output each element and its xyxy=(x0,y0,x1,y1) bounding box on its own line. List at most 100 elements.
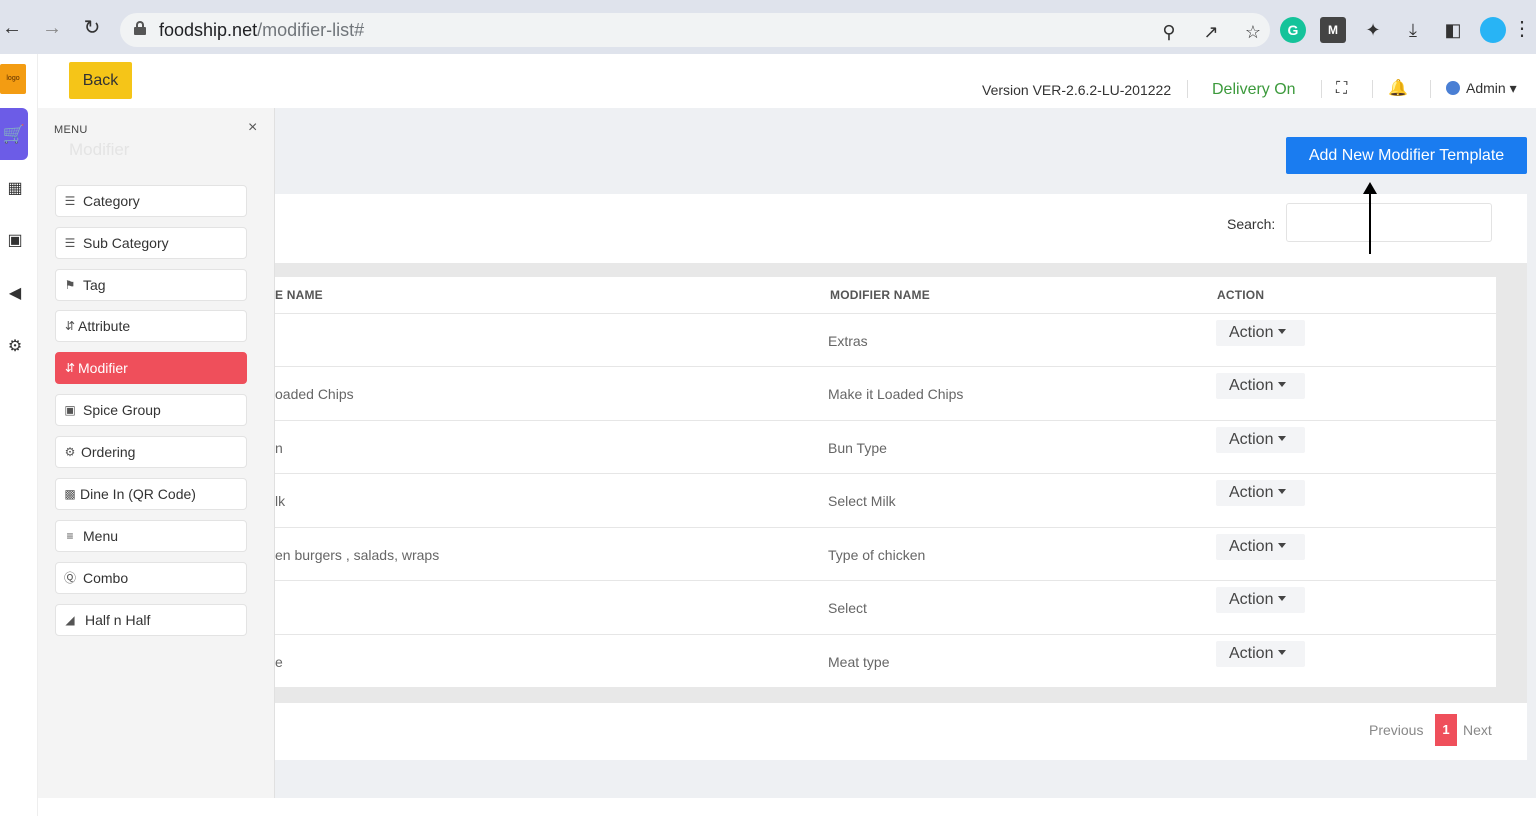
action-dropdown-button[interactable]: Action xyxy=(1216,641,1305,667)
qr-icon: ▩ xyxy=(64,487,76,501)
caret-down-icon xyxy=(1278,543,1287,548)
monitor-icon[interactable]: ▣ xyxy=(4,230,26,252)
menu-item-sub-category[interactable]: ☰ Sub Category xyxy=(55,227,247,259)
divider xyxy=(1430,80,1431,98)
tag-icon: ⚑ xyxy=(64,278,76,292)
divider xyxy=(1321,80,1322,98)
megaphone-icon[interactable]: ◀ xyxy=(4,283,26,305)
sort-icon: ⇵ xyxy=(64,361,76,375)
lock-icon xyxy=(134,21,146,35)
grammarly-icon[interactable]: G xyxy=(1280,17,1306,43)
table-row: Extras Action xyxy=(275,313,1496,366)
half-icon: ◢ xyxy=(65,613,75,627)
caret-down-icon xyxy=(1278,489,1287,494)
table-row: en burgers , salads, wraps Type of chick… xyxy=(275,527,1496,580)
menu-item-attribute[interactable]: ⇵ Attribute xyxy=(55,310,247,342)
menu-item-label: Tag xyxy=(83,277,106,293)
cart-icon[interactable]: 🛒 xyxy=(0,108,28,160)
divider xyxy=(1372,80,1373,98)
table-row: e Meat type Action xyxy=(275,634,1496,687)
column-header-action: ACTION xyxy=(1217,288,1265,302)
browser-toolbar: ← → ↻ foodship.net/modifier-list# ⚲ ↗ ☆ … xyxy=(0,0,1536,54)
add-modifier-template-button[interactable]: Add New Modifier Template xyxy=(1286,137,1527,174)
menu-item-spice-group[interactable]: ▣ Spice Group xyxy=(55,394,247,426)
menu-item-label: Dine In (QR Code) xyxy=(80,486,196,502)
table-row: oaded Chips Make it Loaded Chips Action xyxy=(275,366,1496,419)
gear-icon: ⚙ xyxy=(64,445,76,459)
arrow-right-icon[interactable]: → xyxy=(40,16,64,40)
menu-item-category[interactable]: ☰ Category xyxy=(55,185,247,217)
menu-icon: ≡ xyxy=(66,529,74,543)
template-name-cell: en burgers , salads, wraps xyxy=(275,547,440,563)
admin-menu[interactable]: Admin ▾ xyxy=(1446,80,1517,97)
address-bar[interactable]: foodship.net/modifier-list# xyxy=(120,13,1270,47)
zoom-icon[interactable]: ⚲ xyxy=(1156,19,1182,45)
column-header-template-name[interactable]: E NAME xyxy=(275,288,323,302)
action-label: Action xyxy=(1229,484,1274,501)
modifier-name-cell: Select Milk xyxy=(828,493,896,509)
extension-m-icon[interactable]: M xyxy=(1320,17,1346,43)
menu-item-label: Sub Category xyxy=(83,235,169,251)
brand-logo[interactable]: logo xyxy=(0,64,26,94)
action-dropdown-button[interactable]: Action xyxy=(1216,427,1305,453)
share-icon[interactable]: ↗ xyxy=(1198,19,1224,45)
menu-item-menu[interactable]: ≡ Menu xyxy=(55,520,247,552)
star-icon[interactable]: ☆ xyxy=(1240,19,1266,45)
url-text: foodship.net/modifier-list# xyxy=(159,20,364,41)
action-label: Action xyxy=(1229,591,1274,608)
action-dropdown-button[interactable]: Action xyxy=(1216,534,1305,560)
close-icon[interactable]: × xyxy=(248,119,257,137)
caret-down-icon xyxy=(1278,650,1287,655)
menu-item-label: Modifier xyxy=(78,360,128,376)
menu-item-dine-in[interactable]: ▩ Dine In (QR Code) xyxy=(55,478,247,510)
action-dropdown-button[interactable]: Action xyxy=(1216,373,1305,399)
menu-item-label: Combo xyxy=(83,570,129,586)
template-name-cell: e xyxy=(275,654,283,670)
menu-title: MENU xyxy=(54,124,88,136)
action-label: Action xyxy=(1229,431,1274,448)
action-dropdown-button[interactable]: Action xyxy=(1216,320,1305,346)
action-dropdown-button[interactable]: Action xyxy=(1216,587,1305,613)
fullscreen-icon[interactable]: ⛶ xyxy=(1336,80,1352,97)
delivery-status[interactable]: Delivery On xyxy=(1212,81,1296,99)
table-row: Select Action xyxy=(275,580,1496,633)
combo-icon: Ⓠ xyxy=(63,571,76,585)
menu-item-ordering[interactable]: ⚙ Ordering xyxy=(55,436,247,468)
modifier-name-cell: Meat type xyxy=(828,654,890,670)
search-input[interactable] xyxy=(1286,203,1492,242)
table-row: lk Select Milk Action xyxy=(275,473,1496,526)
settings-gear-icon[interactable]: ⚙ xyxy=(4,336,26,358)
calculator-icon[interactable]: ▦ xyxy=(4,178,26,200)
kebab-menu-icon[interactable]: ⋮ xyxy=(1512,16,1532,41)
menu-item-label: Category xyxy=(83,193,140,209)
menu-item-modifier[interactable]: ⇵ Modifier xyxy=(55,352,247,384)
url-path: /modifier-list# xyxy=(257,20,365,40)
admin-label: Admin xyxy=(1466,80,1506,96)
icon-rail: logo 🛒 ▦ ▣ ◀ ⚙ xyxy=(0,54,38,816)
profile-avatar-icon[interactable] xyxy=(1480,17,1506,43)
action-label: Action xyxy=(1229,538,1274,555)
menu-item-half-n-half[interactable]: ◢ Half n Half xyxy=(55,604,247,636)
pagination-page-1[interactable]: 1 xyxy=(1435,714,1457,746)
caret-down-icon xyxy=(1278,329,1287,334)
list-icon: ☰ xyxy=(64,236,76,250)
menu-item-combo[interactable]: Ⓠ Combo xyxy=(55,562,247,594)
template-name-cell: n xyxy=(275,440,283,456)
caret-down-icon xyxy=(1278,436,1287,441)
sidebar-icon[interactable]: ◧ xyxy=(1440,17,1466,43)
menu-item-label: Half n Half xyxy=(85,612,151,628)
action-dropdown-button[interactable]: Action xyxy=(1216,480,1305,506)
pagination-previous[interactable]: Previous xyxy=(1369,722,1423,754)
back-button[interactable]: Back xyxy=(69,62,132,99)
pagination-next[interactable]: Next xyxy=(1463,722,1492,754)
column-header-modifier-name[interactable]: MODIFIER NAME xyxy=(830,288,930,302)
menu-item-tag[interactable]: ⚑ Tag xyxy=(55,269,247,301)
download-icon[interactable]: ⤓ xyxy=(1400,17,1426,43)
reload-icon[interactable]: ↻ xyxy=(80,16,104,40)
version-label: Version VER-2.6.2-LU-201222 xyxy=(982,82,1172,98)
list-icon: ☰ xyxy=(64,194,76,208)
arrow-left-icon[interactable]: ← xyxy=(0,16,24,40)
puzzle-icon[interactable]: ✦ xyxy=(1360,17,1386,43)
bell-icon[interactable]: 🔔 xyxy=(1388,78,1408,98)
search-label: Search: xyxy=(1227,216,1276,232)
